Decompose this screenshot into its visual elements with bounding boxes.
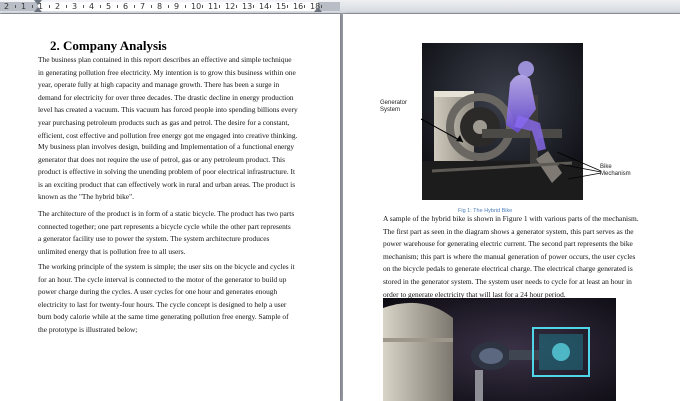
ruler-number: 11 bbox=[208, 2, 219, 11]
ruler-tick bbox=[168, 5, 169, 8]
label-line: Mechanism bbox=[600, 171, 631, 177]
text-line: year purchasing petroleum products such … bbox=[38, 117, 290, 127]
text-line: The architecture of the product is in fo… bbox=[38, 209, 295, 218]
ruler-tick bbox=[270, 5, 271, 8]
paragraph-business-plan: My business plan involves design, buildi… bbox=[38, 141, 328, 204]
label-line: System bbox=[380, 107, 401, 113]
ruler-tick bbox=[236, 5, 237, 8]
ruler-number: 14 bbox=[259, 2, 270, 11]
text-line: My business plan involves design, buildi… bbox=[38, 142, 295, 151]
ruler-tick bbox=[287, 5, 288, 8]
text-line: known as the "The hybrid bike". bbox=[38, 192, 134, 202]
ruler-tick bbox=[117, 5, 118, 8]
arrow-generator bbox=[420, 118, 464, 143]
ruler-tick bbox=[83, 5, 84, 8]
ruler-number: 15 bbox=[276, 2, 287, 11]
ruler-number: 8 bbox=[157, 2, 163, 11]
text-line: power warehouse for generating electric … bbox=[383, 239, 633, 249]
paragraph-intro: The business plan contained in this repo… bbox=[38, 54, 328, 142]
ruler-tick bbox=[253, 5, 254, 8]
ruler-tick bbox=[151, 5, 152, 8]
text-line: burn body calorie while at the same time… bbox=[38, 312, 289, 322]
ruler-number: 7 bbox=[140, 2, 146, 11]
ruler-number: 9 bbox=[174, 2, 180, 11]
paragraph-working-principle: The working principle of the system is s… bbox=[38, 261, 328, 337]
ruler-tick bbox=[219, 5, 220, 8]
paragraph-figure-description: A sample of the hybrid bike is shown in … bbox=[383, 213, 673, 301]
first-line-indent-marker[interactable] bbox=[34, 0, 42, 5]
text-line: generator that does not require the use … bbox=[38, 154, 285, 164]
ruler-number: 5 bbox=[106, 2, 112, 11]
document-page-right[interactable]: Generator System Bike Mechanism Fig 1: T… bbox=[343, 14, 680, 401]
ruler-number: 3 bbox=[72, 2, 78, 11]
ruler-number: 1 bbox=[21, 2, 27, 11]
ruler-number: 2 bbox=[4, 2, 10, 11]
label-line: Bike bbox=[600, 164, 612, 170]
text-line: a generator facility use to power the sy… bbox=[38, 234, 270, 244]
text-line: The business plan contained in this repo… bbox=[38, 55, 292, 64]
document-page-left[interactable]: 2. Company Analysis The business plan co… bbox=[0, 14, 340, 401]
ruler-number: 13 bbox=[242, 2, 253, 11]
text-line: for an hour. The cycle interval is conne… bbox=[38, 274, 287, 284]
text-line: A sample of the hybrid bike is shown in … bbox=[383, 214, 639, 223]
ruler-tick bbox=[32, 5, 33, 8]
ruler-marks: 2 1 1 2 3 4 5 6 7 8 9 10 11 12 13 14 15 16 18 bbox=[0, 2, 340, 11]
text-line: connected together; one part represents … bbox=[38, 221, 291, 231]
paragraph-architecture: The architecture of the product is in fo… bbox=[38, 208, 328, 258]
annotation-arrows bbox=[420, 118, 602, 180]
ruler-inactive-area bbox=[340, 0, 680, 13]
text-line: demand for electricity for over three de… bbox=[38, 92, 294, 102]
right-indent-marker[interactable] bbox=[314, 7, 322, 12]
ruler-number: 2 bbox=[55, 2, 61, 11]
text-line: on the bicycle pedals to generate electr… bbox=[383, 264, 633, 274]
ruler-number: 16 bbox=[293, 2, 304, 11]
hanging-indent-marker[interactable] bbox=[34, 7, 42, 12]
label-bike-mechanism: Bike Mechanism bbox=[600, 164, 631, 178]
ruler-number: 12 bbox=[225, 2, 236, 11]
text-line: unlimited energy that is pollution free … bbox=[38, 246, 186, 256]
label-generator-system: Generator System bbox=[380, 100, 407, 114]
text-line: level has created a vacuum. This vacuum … bbox=[38, 105, 298, 115]
text-line: The first part as seen in the diagram sh… bbox=[383, 226, 634, 236]
ruler-tick bbox=[49, 5, 50, 8]
ruler-tick bbox=[304, 5, 305, 8]
text-line: in generating pollution free electricity… bbox=[38, 67, 296, 77]
ruler-number: 6 bbox=[123, 2, 129, 11]
label-line: Generator bbox=[380, 100, 408, 106]
text-line: mechanism; this part is where the manual… bbox=[383, 251, 636, 261]
text-line: The working principle of the system is s… bbox=[38, 262, 295, 271]
horizontal-ruler[interactable]: 2 1 1 2 3 4 5 6 7 8 9 10 11 12 13 14 15 16 18 bbox=[0, 0, 680, 14]
ruler-tick bbox=[134, 5, 135, 8]
text-line: year, operate fully at high capacity and… bbox=[38, 80, 280, 90]
text-line: is an exciting product that can effectiv… bbox=[38, 179, 296, 189]
text-line: power charge during the cycles. A user c… bbox=[38, 287, 278, 297]
text-line: the prototype is illustrated below; bbox=[38, 324, 138, 334]
ruler-tick bbox=[185, 5, 186, 8]
arrow-bike-3 bbox=[567, 172, 602, 180]
text-line: stored in the generator system. The syst… bbox=[383, 276, 632, 286]
text-line: electricity to last for twenty-four hour… bbox=[38, 299, 287, 309]
text-line: product is effective in solving the unen… bbox=[38, 167, 296, 177]
ruler-tick bbox=[100, 5, 101, 8]
ruler-tick bbox=[66, 5, 67, 8]
ruler-number: 10 bbox=[191, 2, 202, 11]
ruler-tick bbox=[202, 5, 203, 8]
ruler-tick bbox=[15, 5, 16, 8]
ruler-number: 4 bbox=[89, 2, 95, 11]
section-heading: 2. Company Analysis bbox=[50, 38, 167, 53]
generator-closeup-image bbox=[383, 298, 616, 401]
